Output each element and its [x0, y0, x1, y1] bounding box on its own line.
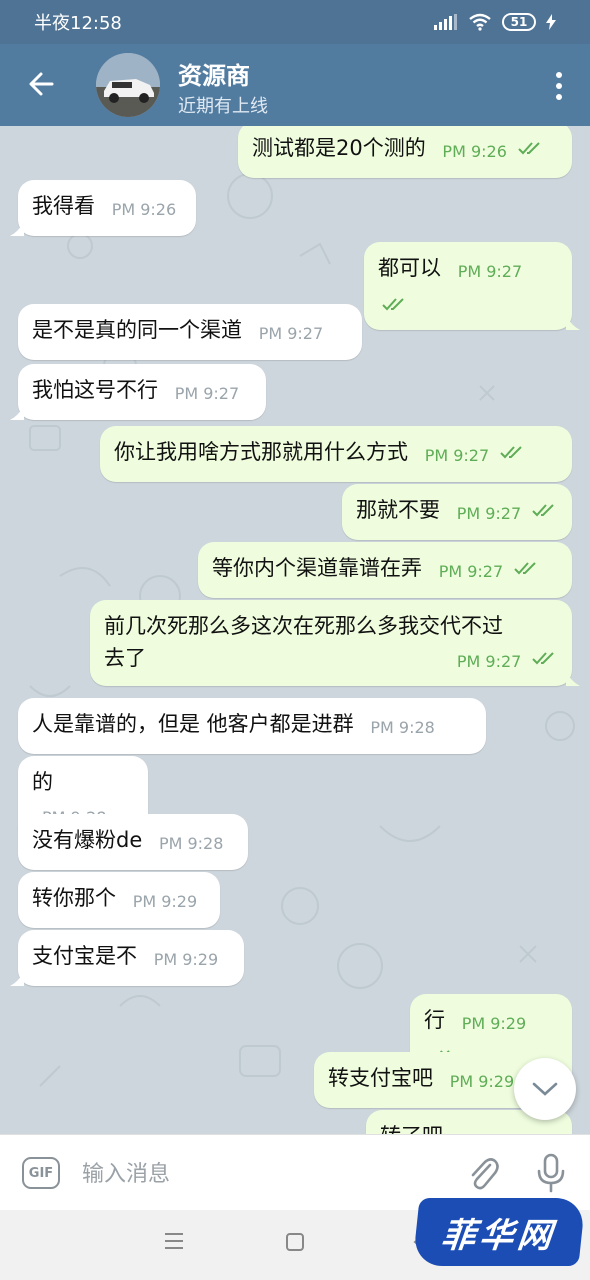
- chevron-down-icon: [532, 1082, 558, 1096]
- paperclip-icon[interactable]: [466, 1155, 500, 1193]
- message-text: 转你那个: [32, 886, 116, 910]
- message-text: 你让我用啥方式那就用什么方式: [114, 440, 408, 464]
- message-text: 我怕这号不行: [32, 378, 158, 402]
- message-time: PM 9:29: [153, 950, 219, 969]
- message-time: PM 9:26: [111, 200, 177, 219]
- bubble-tail: [10, 222, 24, 236]
- status-icons: 51: [434, 13, 556, 31]
- double-check-icon: [532, 652, 554, 665]
- message-bubble-outgoing[interactable]: 那就不要 PM 9:27: [342, 484, 572, 540]
- message-text: 没有爆粉de: [32, 828, 143, 852]
- message-time: PM 9:27: [457, 262, 523, 281]
- message-text-line: 去了: [104, 646, 146, 670]
- message-bubble-incoming[interactable]: 支付宝是不 PM 9:29: [10, 930, 244, 986]
- battery-icon: 51: [502, 13, 536, 31]
- chat-status: 近期有上线: [178, 96, 268, 117]
- message-bubble-incoming[interactable]: 转你那个 PM 9:29: [18, 872, 220, 928]
- message-bubble-incoming[interactable]: 是不是真的同一个渠道 PM 9:27: [18, 304, 362, 360]
- message-text: 测试都是20个测的: [252, 136, 426, 160]
- status-bar: 半夜12:58 51: [0, 0, 590, 44]
- message-bubble-outgoing[interactable]: 你让我用啥方式那就用什么方式 PM 9:27: [100, 426, 572, 482]
- watermark-text: 菲华网: [439, 1215, 558, 1256]
- message-time: PM 9:29: [132, 892, 198, 911]
- message-input[interactable]: [80, 1153, 444, 1195]
- message-time: PM 9:28: [158, 834, 224, 853]
- message-bubble-outgoing[interactable]: 测试都是20个测的 PM 9:26: [238, 126, 572, 178]
- message-text: 那就不要: [356, 498, 440, 522]
- message-text: 我得看: [32, 194, 95, 218]
- menu-icon[interactable]: [164, 1232, 184, 1250]
- scroll-down-button[interactable]: [514, 1058, 576, 1120]
- message-bubble-incoming[interactable]: 我得看 PM 9:26: [10, 180, 196, 236]
- message-time: PM 9:28: [370, 718, 435, 737]
- message-time: PM 9:27: [438, 562, 504, 581]
- bubble-tail: [566, 672, 580, 686]
- chat-header: 资源商 近期有上线: [0, 44, 590, 126]
- message-text: 转了吧: [380, 1124, 443, 1134]
- gif-icon[interactable]: GIF: [22, 1157, 60, 1189]
- chat-title[interactable]: 资源商: [178, 56, 250, 91]
- message-time: PM 9:27: [174, 384, 240, 403]
- message-text: 人是靠谱的，但是 他客户都是进群: [32, 712, 354, 736]
- message-bubble-incoming[interactable]: 人是靠谱的，但是 他客户都是进群 PM 9:28: [18, 698, 486, 754]
- double-check-icon: [532, 504, 554, 517]
- message-text: 行: [424, 1008, 445, 1032]
- double-check-icon: [500, 446, 522, 459]
- charging-icon: [546, 14, 556, 30]
- double-check-icon: [514, 562, 536, 575]
- car-avatar-image: [96, 53, 160, 117]
- message-text: 的: [32, 770, 53, 794]
- message-bubble-outgoing[interactable]: 前几次死那么多这次在死那么多我交代不过 去了 PM 9:27: [90, 600, 580, 686]
- bubble-tail: [10, 972, 24, 986]
- back-arrow-icon[interactable]: [22, 64, 62, 104]
- bubble-tail: [10, 406, 24, 420]
- message-list[interactable]: 测试都是20个测的 PM 9:26 我得看 PM 9:26 都可以 PM 9:2…: [0, 126, 590, 1134]
- message-time: PM 9:26: [442, 142, 507, 161]
- avatar[interactable]: [96, 53, 160, 117]
- message-bubble-outgoing[interactable]: 等你内个渠道靠谱在弄 PM 9:27: [198, 542, 572, 598]
- message-text: 支付宝是不: [32, 944, 137, 968]
- message-time: PM 9:27: [424, 446, 490, 465]
- signal-icon: [434, 14, 457, 30]
- message-text: 等你内个渠道靠谱在弄: [212, 556, 422, 580]
- microphone-icon[interactable]: [536, 1153, 566, 1193]
- wifi-icon: [469, 13, 491, 31]
- message-time: PM 9:27: [456, 504, 522, 523]
- more-vert-icon[interactable]: [552, 70, 566, 102]
- message-time: PM 9:29: [461, 1014, 527, 1033]
- message-time: PM 9:29: [449, 1072, 515, 1091]
- message-bubble-incoming[interactable]: 我怕这号不行 PM 9:27: [10, 364, 266, 420]
- message-time: PM 9:27: [456, 652, 522, 671]
- message-text-line: 前几次死那么多这次在死那么多我交代不过: [104, 614, 503, 638]
- bubble-tail: [566, 316, 580, 330]
- status-time: 半夜12:58: [34, 13, 122, 34]
- square-icon[interactable]: [285, 1232, 305, 1252]
- message-bubble-incoming[interactable]: 没有爆粉de PM 9:28: [18, 814, 248, 870]
- watermark-logo: 菲华网: [412, 1198, 586, 1266]
- double-check-icon: [517, 142, 540, 155]
- message-text: 是不是真的同一个渠道: [32, 318, 242, 342]
- message-text: 都可以: [378, 256, 441, 280]
- double-check-icon: [382, 298, 404, 311]
- message-time: PM 9:27: [258, 324, 324, 343]
- message-text: 转支付宝吧: [328, 1066, 433, 1090]
- message-bubble-outgoing[interactable]: 都可以 PM 9:27: [364, 242, 580, 330]
